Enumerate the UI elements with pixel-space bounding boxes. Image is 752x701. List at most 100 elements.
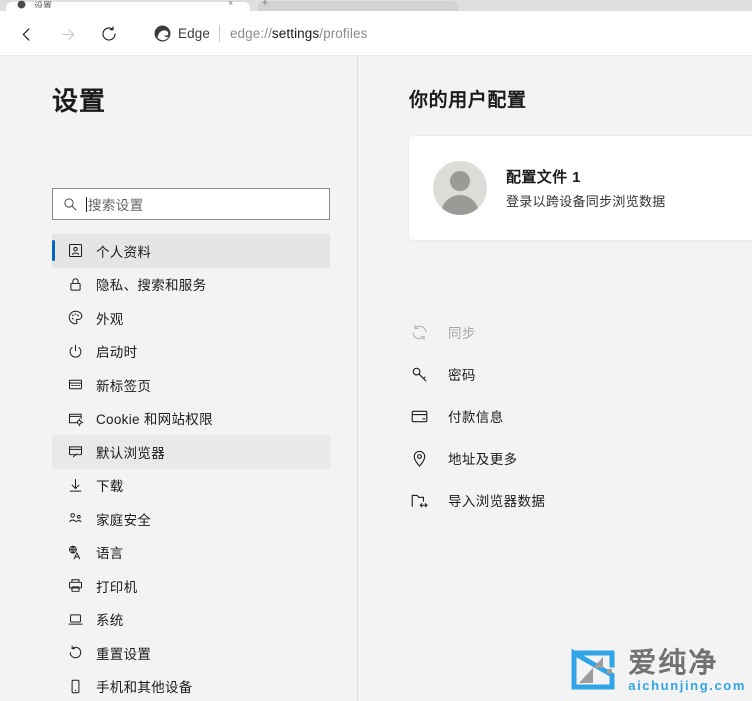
option-label: 付款信息 bbox=[448, 410, 504, 425]
active-indicator bbox=[52, 475, 55, 496]
url-path: /profiles bbox=[319, 26, 368, 41]
settings-nav-list: 个人资料 隐私、搜索和服务 外观 启动时 新标签页 Cookie 和网站权限 默… bbox=[52, 234, 330, 701]
reload-icon bbox=[100, 25, 118, 43]
tab-title: 设置 bbox=[34, 1, 53, 8]
sidebar-item-onstartup[interactable]: 启动时 bbox=[52, 335, 330, 369]
sidebar-item-languages[interactable]: 语言 bbox=[52, 536, 330, 570]
lock-icon bbox=[66, 275, 84, 293]
active-indicator bbox=[52, 374, 55, 395]
sidebar-item-profile[interactable]: 个人资料 bbox=[52, 234, 330, 268]
sidebar-item-phone-devices[interactable]: 手机和其他设备 bbox=[52, 670, 330, 701]
sync-icon bbox=[409, 322, 429, 342]
active-indicator bbox=[52, 676, 55, 697]
laptop-icon bbox=[66, 610, 84, 628]
browser-toolbar: Edge edge://settings/profiles bbox=[0, 11, 752, 56]
settings-sidebar: 设置 搜索设置 个人资料 隐私、搜索和服务 外观 启动时 新标签页 Cookie… bbox=[0, 56, 357, 701]
profile-subtitle: 登录以跨设备同步浏览数据 bbox=[506, 194, 666, 209]
card-icon bbox=[409, 406, 429, 426]
text-caret bbox=[86, 196, 87, 212]
sidebar-item-label: 系统 bbox=[96, 613, 124, 629]
new-tab-button[interactable]: + bbox=[262, 0, 268, 9]
active-indicator bbox=[52, 441, 55, 462]
sidebar-item-reset[interactable]: 重置设置 bbox=[52, 636, 330, 670]
sidebar-item-appearance[interactable]: 外观 bbox=[52, 301, 330, 335]
sidebar-item-label: 打印机 bbox=[96, 579, 138, 595]
profile-card[interactable]: 配置文件 1 登录以跨设备同步浏览数据 bbox=[409, 136, 752, 240]
forward-arrow-icon bbox=[59, 25, 78, 44]
omnibox-brand-label: Edge bbox=[178, 26, 210, 41]
active-indicator bbox=[52, 575, 55, 596]
reload-button[interactable] bbox=[94, 19, 124, 49]
url-scheme: edge:// bbox=[229, 26, 272, 41]
sidebar-item-downloads[interactable]: 下载 bbox=[52, 469, 330, 503]
main-section-title: 你的用户配置 bbox=[409, 90, 527, 111]
active-indicator bbox=[52, 542, 55, 563]
active-indicator bbox=[52, 307, 55, 328]
profile-icon bbox=[66, 242, 84, 260]
address-bar[interactable]: Edge edge://settings/profiles bbox=[140, 16, 752, 51]
forward-button[interactable] bbox=[53, 19, 83, 49]
omnibox-separator bbox=[218, 25, 220, 42]
browser-window-icon bbox=[66, 443, 84, 461]
option-addresses[interactable]: 地址及更多 bbox=[409, 437, 752, 479]
tab-strip: 设置 × + bbox=[0, 0, 752, 11]
sidebar-item-label: 启动时 bbox=[96, 345, 138, 361]
sidebar-item-label: 语言 bbox=[96, 546, 124, 562]
active-indicator bbox=[52, 508, 55, 529]
cookie-settings-icon bbox=[66, 409, 84, 427]
settings-main-content: 你的用户配置 配置文件 1 登录以跨设备同步浏览数据 同步 密码 付款信息 地址… bbox=[358, 56, 752, 701]
watermark: 爱纯净 aichunjing.com bbox=[567, 645, 746, 695]
sidebar-item-label: 手机和其他设备 bbox=[96, 680, 193, 696]
active-indicator bbox=[52, 408, 55, 429]
option-sync[interactable]: 同步 bbox=[409, 311, 752, 353]
option-payment-info[interactable]: 付款信息 bbox=[409, 395, 752, 437]
sidebar-item-label: 个人资料 bbox=[96, 244, 152, 260]
option-import-browser-data[interactable]: 导入浏览器数据 bbox=[409, 479, 752, 521]
aichunjing-logo-icon bbox=[567, 645, 619, 695]
url-host: settings bbox=[271, 26, 320, 41]
omnibox-url: edge://settings/profiles bbox=[230, 26, 367, 41]
sidebar-item-privacy[interactable]: 隐私、搜索和服务 bbox=[52, 268, 330, 302]
sidebar-item-label: 隐私、搜索和服务 bbox=[96, 278, 207, 294]
sidebar-item-newtab[interactable]: 新标签页 bbox=[52, 368, 330, 402]
sidebar-item-family-safety[interactable]: 家庭安全 bbox=[52, 502, 330, 536]
back-button[interactable] bbox=[11, 19, 41, 49]
newtab-icon bbox=[66, 376, 84, 394]
avatar bbox=[433, 161, 487, 215]
watermark-text: 爱纯净 aichunjing.com bbox=[628, 647, 746, 693]
sidebar-item-label: 重置设置 bbox=[96, 646, 152, 662]
key-icon bbox=[409, 364, 429, 384]
sidebar-item-system[interactable]: 系统 bbox=[52, 603, 330, 637]
sidebar-item-printers[interactable]: 打印机 bbox=[52, 569, 330, 603]
option-passwords[interactable]: 密码 bbox=[409, 353, 752, 395]
tab-close-icon[interactable]: × bbox=[228, 0, 233, 8]
search-input[interactable]: 搜索设置 bbox=[88, 194, 144, 214]
sidebar-item-label: Cookie 和网站权限 bbox=[96, 412, 213, 428]
search-icon bbox=[62, 196, 78, 212]
active-indicator bbox=[52, 274, 55, 295]
profile-name: 配置文件 1 bbox=[506, 169, 581, 186]
sidebar-item-label: 下载 bbox=[96, 479, 124, 495]
sidebar-item-label: 默认浏览器 bbox=[96, 445, 165, 461]
option-label: 密码 bbox=[448, 368, 476, 383]
option-label: 地址及更多 bbox=[448, 452, 518, 467]
active-indicator bbox=[52, 642, 55, 663]
avatar-body bbox=[441, 195, 479, 215]
edge-browser-window: 设置 × + Edge edge://settings/profiles 设置 … bbox=[0, 0, 752, 701]
edge-logo-icon bbox=[154, 25, 171, 42]
sidebar-item-label: 新标签页 bbox=[96, 378, 152, 394]
import-icon bbox=[409, 490, 429, 510]
tab-inactive[interactable] bbox=[258, 1, 458, 11]
family-icon bbox=[66, 510, 84, 528]
location-icon bbox=[409, 448, 429, 468]
language-icon bbox=[66, 543, 84, 561]
sidebar-item-default-browser[interactable]: 默认浏览器 bbox=[52, 435, 330, 469]
settings-page: 设置 搜索设置 个人资料 隐私、搜索和服务 外观 启动时 新标签页 Cookie… bbox=[0, 56, 752, 701]
sidebar-item-cookies[interactable]: Cookie 和网站权限 bbox=[52, 402, 330, 436]
page-title: 设置 bbox=[52, 86, 107, 116]
option-label: 同步 bbox=[448, 326, 476, 341]
phone-icon bbox=[66, 677, 84, 695]
printer-icon bbox=[66, 577, 84, 595]
search-settings-box[interactable]: 搜索设置 bbox=[52, 188, 330, 220]
active-indicator bbox=[52, 609, 55, 630]
